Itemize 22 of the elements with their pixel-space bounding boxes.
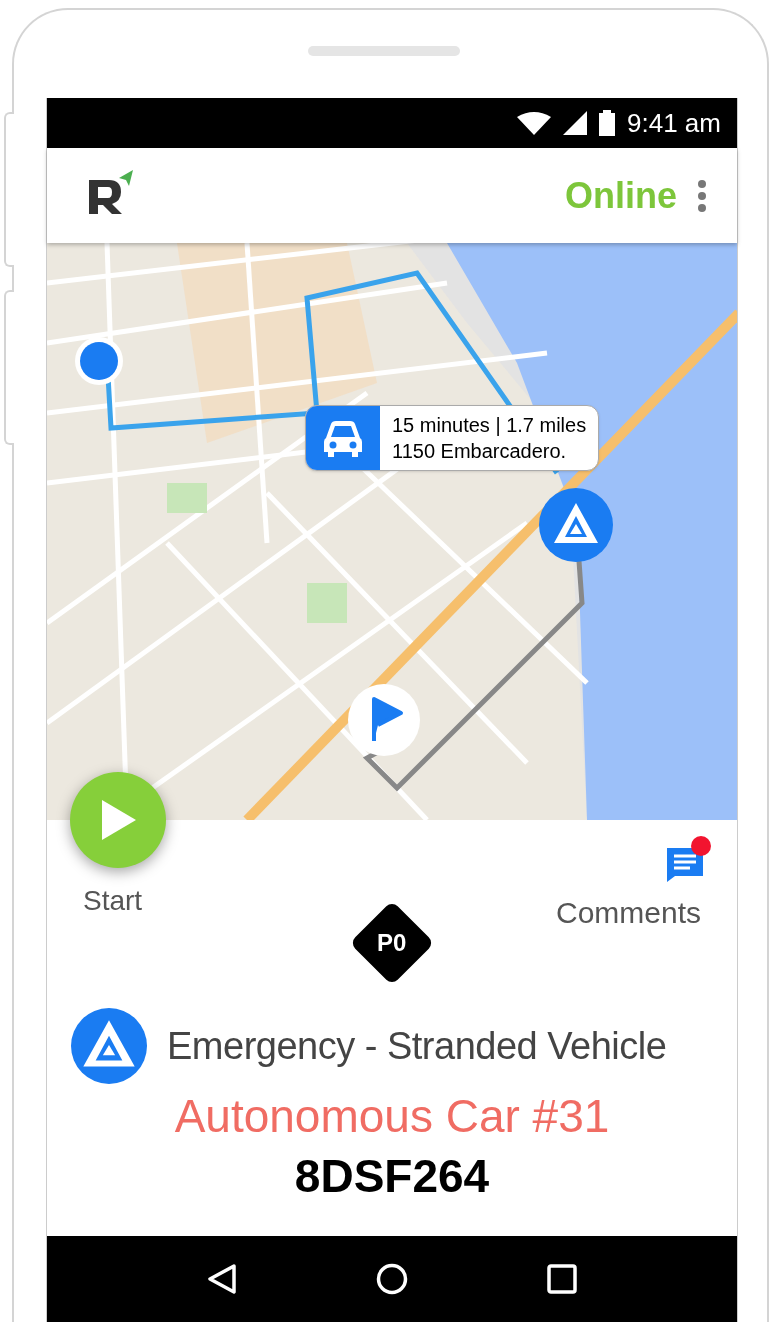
hazard-icon (71, 1008, 147, 1084)
destination-address: 1150 Embarcadero. (392, 439, 568, 464)
priority-text: P0 (377, 928, 407, 958)
start-label: Start (83, 884, 143, 918)
hazard-marker-icon (539, 488, 613, 562)
location-dot-icon (74, 336, 124, 386)
home-icon[interactable] (376, 1263, 408, 1295)
battery-icon (599, 110, 616, 136)
start-button[interactable] (70, 772, 166, 868)
eta-text: 15 minutes | 1.7 miles (392, 413, 587, 438)
vehicle-name: Autonomous Car #31 (174, 1089, 610, 1144)
status-time: 9:41 am (627, 106, 721, 140)
flag-marker-icon (347, 683, 421, 757)
wifi-icon (517, 111, 552, 135)
online-status: Online (565, 173, 677, 218)
comments-label[interactable]: Comments (556, 890, 702, 935)
incident-type: Emergency - Stranded Vehicle (167, 1023, 667, 1069)
recents-icon[interactable] (547, 1264, 578, 1294)
license-plate: 8DSF264 (294, 1149, 490, 1204)
overflow-menu-icon[interactable] (697, 178, 707, 213)
signal-icon (563, 111, 588, 135)
back-icon[interactable] (206, 1263, 237, 1295)
